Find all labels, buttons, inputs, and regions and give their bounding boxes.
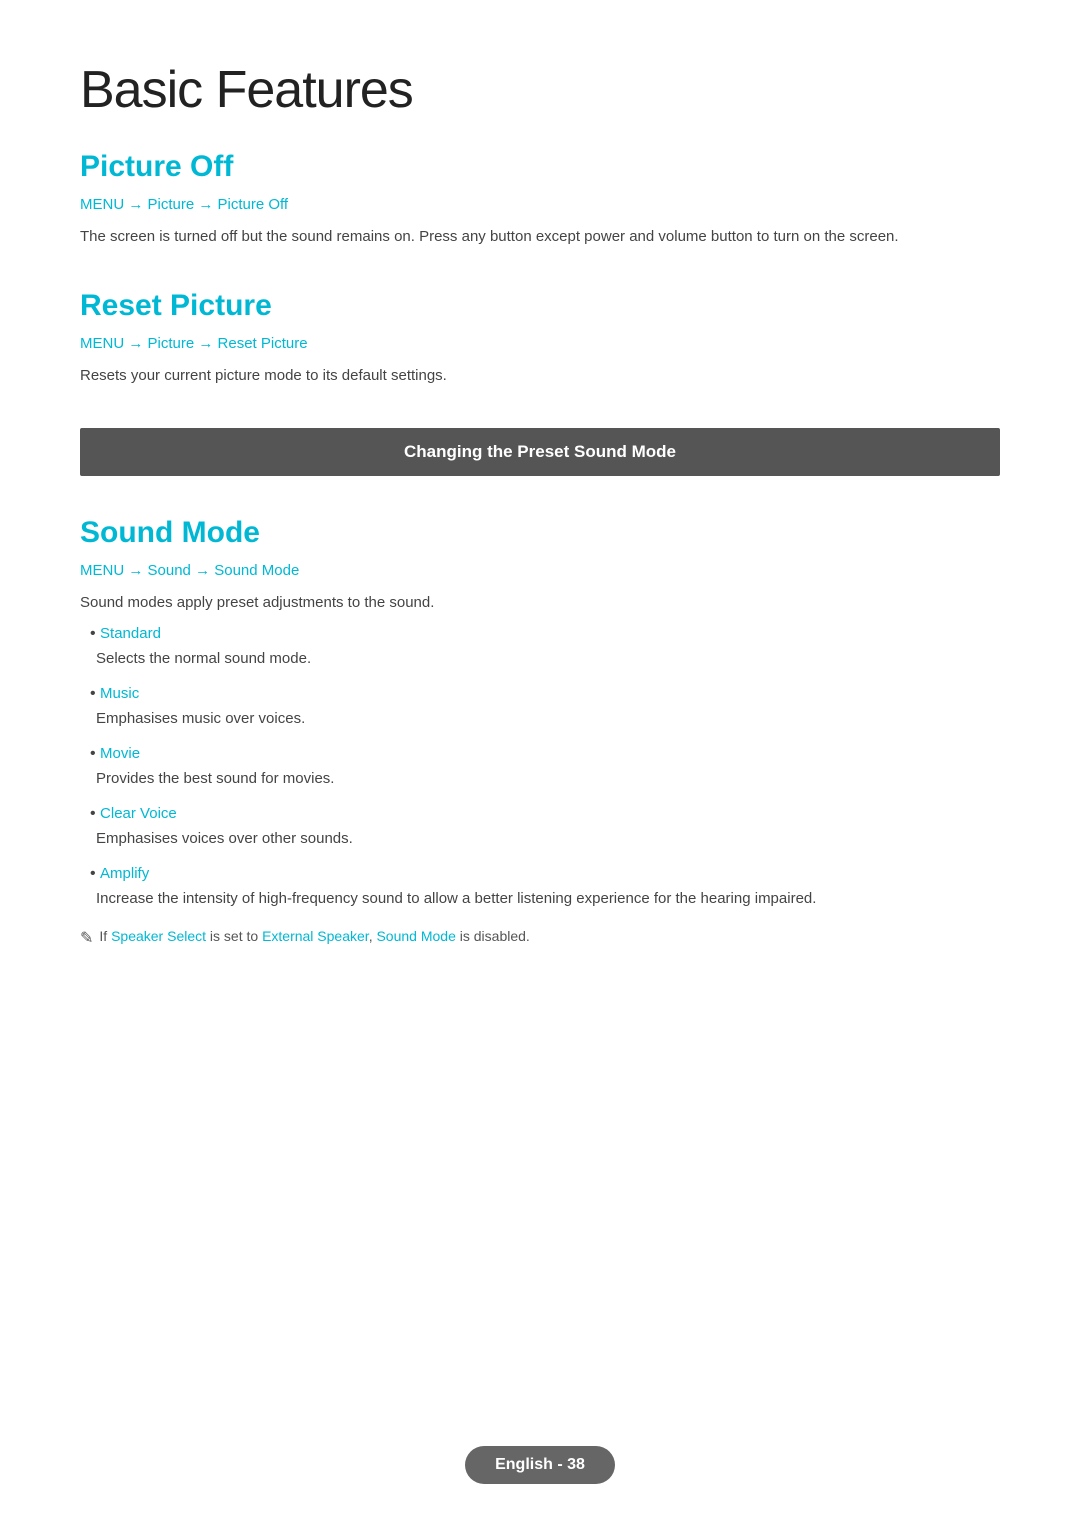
movie-list: Movie bbox=[80, 745, 1000, 763]
amplify-link: Amplify bbox=[100, 865, 149, 882]
music-link: Music bbox=[100, 685, 139, 702]
standard-desc: Selects the normal sound mode. bbox=[80, 647, 1000, 671]
sound-mode-list: Standard bbox=[80, 625, 1000, 643]
picture-off-section: Picture Off MENU → Picture → Picture Off… bbox=[80, 150, 1000, 249]
reset-picture-breadcrumb: MENU → Picture → Reset Picture bbox=[80, 335, 1000, 352]
breadcrumb-sound: Sound bbox=[148, 562, 191, 579]
sound-mode-intro: Sound modes apply preset adjustments to … bbox=[80, 591, 1000, 615]
breadcrumb-arrow2: → bbox=[195, 562, 214, 579]
list-item: Clear Voice bbox=[90, 805, 1000, 823]
amplify-list: Amplify bbox=[80, 865, 1000, 883]
list-item: Amplify bbox=[90, 865, 1000, 883]
movie-link: Movie bbox=[100, 745, 140, 762]
page-footer: English - 38 bbox=[0, 1446, 1080, 1484]
picture-off-breadcrumb: MENU → Picture → Picture Off bbox=[80, 196, 1000, 213]
reset-picture-heading: Reset Picture bbox=[80, 289, 1000, 323]
picture-off-body: The screen is turned off but the sound r… bbox=[80, 225, 1000, 249]
sound-mode-note-text: Sound Mode bbox=[376, 928, 455, 944]
note-line: ✎ If Speaker Select is set to External S… bbox=[80, 925, 1000, 952]
reset-picture-body: Resets your current picture mode to its … bbox=[80, 364, 1000, 388]
breadcrumb-arrow1: → bbox=[128, 562, 147, 579]
sound-mode-heading: Sound Mode bbox=[80, 516, 1000, 550]
clear-voice-list: Clear Voice bbox=[80, 805, 1000, 823]
breadcrumb-menu: MENU bbox=[80, 562, 124, 579]
list-item: Movie bbox=[90, 745, 1000, 763]
standard-link: Standard bbox=[100, 625, 161, 642]
sound-mode-breadcrumb: MENU → Sound → Sound Mode bbox=[80, 562, 1000, 579]
reset-picture-section: Reset Picture MENU → Picture → Reset Pic… bbox=[80, 289, 1000, 388]
external-speaker-text: External Speaker bbox=[262, 928, 369, 944]
note-text-before: If bbox=[99, 928, 107, 944]
page-title: Basic Features bbox=[80, 60, 1000, 120]
amplify-desc: Increase the intensity of high-frequency… bbox=[80, 887, 1000, 911]
music-desc: Emphasises music over voices. bbox=[80, 707, 1000, 731]
page-number-badge: English - 38 bbox=[465, 1446, 615, 1484]
note-text-middle1: is set to bbox=[210, 928, 262, 944]
note-text-end: is disabled. bbox=[460, 928, 530, 944]
list-item: Standard bbox=[90, 625, 1000, 643]
picture-off-heading: Picture Off bbox=[80, 150, 1000, 184]
speaker-select-text: Speaker Select bbox=[111, 928, 206, 944]
note-text: If Speaker Select is set to External Spe… bbox=[99, 925, 529, 947]
note-icon: ✎ bbox=[80, 926, 93, 952]
preset-sound-mode-banner: Changing the Preset Sound Mode bbox=[80, 428, 1000, 476]
clear-voice-desc: Emphasises voices over other sounds. bbox=[80, 827, 1000, 851]
clear-voice-link: Clear Voice bbox=[100, 805, 177, 822]
breadcrumb-mode: Sound Mode bbox=[214, 562, 299, 579]
list-item: Music bbox=[90, 685, 1000, 703]
movie-desc: Provides the best sound for movies. bbox=[80, 767, 1000, 791]
sound-mode-section: Sound Mode MENU → Sound → Sound Mode Sou… bbox=[80, 516, 1000, 952]
music-list: Music bbox=[80, 685, 1000, 703]
